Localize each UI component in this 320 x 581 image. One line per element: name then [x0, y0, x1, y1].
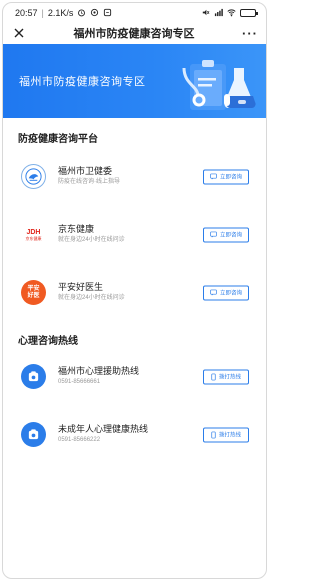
pingan-logo-bottom: 好医 [27, 292, 40, 299]
close-button[interactable] [12, 26, 26, 40]
medical-illustration-icon [182, 60, 256, 110]
page-title: 福州市防疫健康咨询专区 [73, 28, 195, 40]
mobile-icon [211, 373, 216, 380]
button-label: 拨打热线 [218, 432, 241, 439]
chat-icon [210, 231, 217, 238]
list-item-wjw[interactable]: 福州市卫健委 防疫在线咨询·线上指导 立即咨询 [3, 149, 266, 204]
jd-logo-sub: 京东健康 [25, 235, 42, 241]
section-title-consult: 防疫健康咨询平台 [18, 134, 98, 145]
chat-icon [210, 289, 217, 296]
nav-bar: 福州市防疫健康咨询专区 ··· [3, 22, 266, 44]
hotline-avatar [21, 364, 46, 389]
banner: 福州市防疫健康咨询专区 [3, 44, 266, 118]
section-title-hotline: 心理咨询热线 [18, 336, 78, 347]
call-button-fz[interactable]: 拨打热线 [203, 369, 249, 384]
status-left: 20:57 | 2.1K/s [15, 8, 112, 18]
list-item-fz-hotline[interactable]: 福州市心理援助热线 0591-85666661 拨打热线 [3, 349, 266, 404]
notification-icon [91, 8, 99, 17]
list-item-pingan[interactable]: 平安 好医 平安好医生 就在身边24小时在线问诊 立即咨询 [3, 265, 266, 320]
consult-button-wjw[interactable]: 立即咨询 [203, 169, 249, 184]
battery-icon [240, 8, 258, 17]
signal-icon [214, 8, 223, 17]
phone-handset-icon [28, 371, 39, 382]
status-speed: 2.1K/s [47, 7, 74, 18]
button-label: 拨打热线 [218, 374, 241, 381]
jd-logo-text: JDH [26, 228, 41, 236]
button-label: 立即咨询 [219, 174, 242, 181]
commission-emblem-icon [25, 168, 42, 185]
status-divider: | [41, 7, 44, 18]
pingan-logo: 平安 好医 [21, 280, 46, 305]
banner-title: 福州市防疫健康咨询专区 [19, 76, 146, 88]
consult-button-pingan[interactable]: 立即咨询 [203, 285, 249, 300]
close-icon [14, 28, 24, 38]
list-item-minor-hotline[interactable]: 未成年人心理健康热线 0591-85666222 拨打热线 [3, 407, 266, 462]
list-item-jd[interactable]: JDH 京东健康 京东健康 就在身边24小时在线问诊 立即咨询 [3, 207, 266, 262]
button-label: 立即咨询 [219, 290, 242, 297]
status-right [201, 8, 258, 17]
app-notification-icon [104, 8, 112, 17]
mute-icon [202, 9, 210, 16]
hotline-avatar [21, 422, 46, 447]
consult-button-jd[interactable]: 立即咨询 [203, 227, 249, 242]
mobile-icon [211, 431, 216, 438]
phone-frame: 20:57 | 2.1K/s 福州市防疫健康咨询专区 ··· 福州市防疫健康咨询… [2, 2, 267, 579]
call-button-minor[interactable]: 拨打热线 [203, 427, 249, 442]
jd-health-logo: JDH 京东健康 [21, 222, 46, 247]
button-label: 立即咨询 [219, 232, 242, 239]
alarm-icon [78, 9, 86, 17]
wifi-icon [227, 9, 236, 17]
pingan-logo-top: 平安 [27, 285, 40, 292]
chat-icon [210, 173, 217, 180]
more-button[interactable]: ··· [242, 26, 258, 41]
status-time: 20:57 [15, 7, 38, 18]
status-bar: 20:57 | 2.1K/s [3, 3, 266, 22]
phone-handset-icon [28, 429, 39, 440]
health-commission-logo [21, 164, 46, 189]
